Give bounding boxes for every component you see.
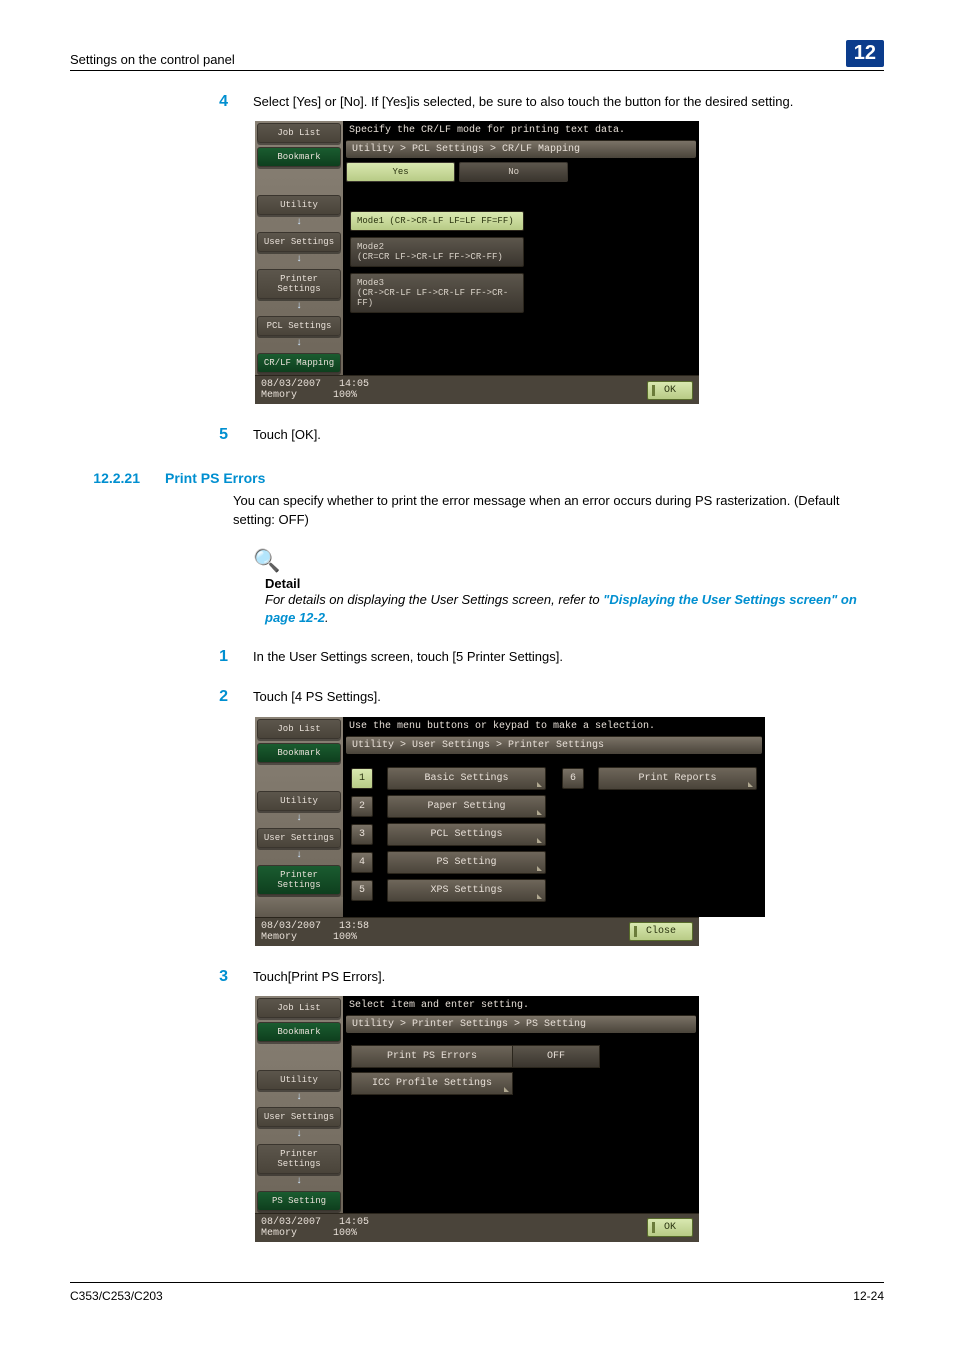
paper-setting-button[interactable]: Paper Setting xyxy=(387,795,546,818)
footer-date: 08/03/2007 14:05Memory 100% xyxy=(261,379,369,401)
printer-settings-crumb[interactable]: Printer Settings xyxy=(257,1144,341,1174)
running-header: Settings on the control panel xyxy=(70,52,235,67)
pcl-settings-button[interactable]: PCL Settings xyxy=(387,823,546,846)
utility-crumb[interactable]: Utility xyxy=(257,195,341,215)
menu-number-2[interactable]: 2 xyxy=(351,796,373,817)
section-title: Print PS Errors xyxy=(165,470,265,486)
ok-button[interactable]: OK xyxy=(647,381,693,400)
ps-setting-crumb[interactable]: PS Setting xyxy=(257,1191,341,1211)
close-button[interactable]: Close xyxy=(629,922,693,941)
section-body: You can specify whether to print the err… xyxy=(233,492,884,530)
panel-breadcrumb: Utility > PCL Settings > CR/LF Mapping xyxy=(346,140,696,158)
step-number-1: 1 xyxy=(190,648,228,666)
panel-breadcrumb: Utility > Printer Settings > PS Setting xyxy=(346,1015,696,1033)
mode3-button[interactable]: Mode3 (CR->CR-LF LF->CR-LF FF->CR-FF) xyxy=(350,273,524,313)
menu-number-6[interactable]: 6 xyxy=(562,768,584,789)
menu-number-1[interactable]: 1 xyxy=(351,768,373,789)
crlf-mapping-crumb[interactable]: CR/LF Mapping xyxy=(257,353,341,373)
panel-prompt: Specify the CR/LF mode for printing text… xyxy=(343,121,699,140)
detail-label: Detail xyxy=(265,576,884,591)
printer-settings-crumb[interactable]: Printer Settings xyxy=(257,269,341,299)
bookmark-button[interactable]: Bookmark xyxy=(257,1022,341,1042)
step-number-4: 4 xyxy=(190,93,228,111)
mode2-button[interactable]: Mode2 (CR=CR LF->CR-LF FF->CR-FF) xyxy=(350,237,524,267)
bookmark-button[interactable]: Bookmark xyxy=(257,743,341,763)
step-number-5: 5 xyxy=(190,426,228,444)
no-tab[interactable]: No xyxy=(459,162,568,182)
utility-crumb[interactable]: Utility xyxy=(257,1070,341,1090)
arrow-icon: ↓ xyxy=(255,1129,343,1140)
ok-button[interactable]: OK xyxy=(647,1218,693,1237)
utility-crumb[interactable]: Utility xyxy=(257,791,341,811)
step-text-3: Touch[Print PS Errors]. xyxy=(253,968,385,986)
step-number-2: 2 xyxy=(190,688,228,706)
menu-number-5[interactable]: 5 xyxy=(351,880,373,901)
step-text-2: Touch [4 PS Settings]. xyxy=(253,688,381,706)
panel-crlf-mapping: Job List Bookmark Utility ↓ User Setting… xyxy=(255,121,699,404)
mode1-button[interactable]: Mode1 (CR->CR-LF LF=LF FF=FF) xyxy=(350,211,524,231)
ps-setting-button[interactable]: PS Setting xyxy=(387,851,546,874)
footer-page: 12-24 xyxy=(853,1289,884,1303)
arrow-icon: ↓ xyxy=(255,1176,343,1187)
print-ps-errors-button[interactable]: Print PS Errors xyxy=(351,1045,513,1068)
step-text-5: Touch [OK]. xyxy=(253,426,321,444)
printer-settings-crumb[interactable]: Printer Settings xyxy=(257,865,341,895)
print-reports-button[interactable]: Print Reports xyxy=(598,767,757,790)
footer-date: 08/03/2007 14:05Memory 100% xyxy=(261,1217,369,1239)
user-settings-crumb[interactable]: User Settings xyxy=(257,232,341,252)
section-number: 12.2.21 xyxy=(70,470,140,486)
bookmark-button[interactable]: Bookmark xyxy=(257,147,341,167)
panel-prompt: Select item and enter setting. xyxy=(343,996,699,1015)
yes-tab[interactable]: Yes xyxy=(346,162,455,182)
arrow-icon: ↓ xyxy=(255,1092,343,1103)
detail-icon: 🔍 xyxy=(253,548,884,574)
footer-model: C353/C253/C203 xyxy=(70,1289,163,1303)
basic-settings-button[interactable]: Basic Settings xyxy=(387,767,546,790)
footer-date: 08/03/2007 13:58Memory 100% xyxy=(261,921,369,943)
icc-profile-settings-button[interactable]: ICC Profile Settings xyxy=(351,1072,513,1095)
user-settings-crumb[interactable]: User Settings xyxy=(257,1107,341,1127)
menu-number-3[interactable]: 3 xyxy=(351,824,373,845)
user-settings-crumb[interactable]: User Settings xyxy=(257,828,341,848)
chapter-badge: 12 xyxy=(846,40,884,67)
panel-ps-setting: Job List Bookmark Utility ↓ User Setting… xyxy=(255,996,699,1242)
arrow-icon: ↓ xyxy=(255,217,343,228)
arrow-icon: ↓ xyxy=(255,338,343,349)
job-list-button[interactable]: Job List xyxy=(257,998,341,1018)
panel-breadcrumb: Utility > User Settings > Printer Settin… xyxy=(346,736,762,754)
pcl-settings-crumb[interactable]: PCL Settings xyxy=(257,316,341,336)
print-ps-errors-status: OFF xyxy=(513,1045,600,1068)
step-text-1: In the User Settings screen, touch [5 Pr… xyxy=(253,648,563,666)
arrow-icon: ↓ xyxy=(255,813,343,824)
step-text-4: Select [Yes] or [No]. If [Yes]is selecte… xyxy=(253,93,793,111)
panel-prompt: Use the menu buttons or keypad to make a… xyxy=(343,717,765,736)
job-list-button[interactable]: Job List xyxy=(257,123,341,143)
arrow-icon: ↓ xyxy=(255,850,343,861)
arrow-icon: ↓ xyxy=(255,301,343,312)
detail-body: For details on displaying the User Setti… xyxy=(265,591,884,626)
step-number-3: 3 xyxy=(190,968,228,986)
panel-printer-settings: Job List Bookmark Utility ↓ User Setting… xyxy=(255,717,699,946)
xps-settings-button[interactable]: XPS Settings xyxy=(387,879,546,902)
arrow-icon: ↓ xyxy=(255,254,343,265)
job-list-button[interactable]: Job List xyxy=(257,719,341,739)
menu-number-4[interactable]: 4 xyxy=(351,852,373,873)
